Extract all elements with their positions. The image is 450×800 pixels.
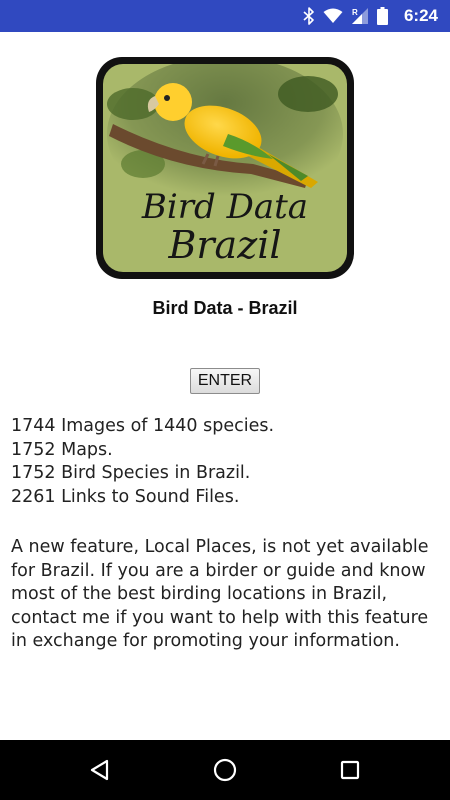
back-button[interactable] — [70, 740, 130, 800]
stat-images: 1744 Images of 1440 species. — [11, 416, 275, 436]
screen: R 6:24 Bird Data Brazil Bird Data - Braz… — [0, 0, 450, 800]
navigation-bar — [0, 740, 450, 800]
recent-apps-icon — [340, 760, 360, 780]
info-paragraph: A new feature, Local Places, is not yet … — [11, 537, 429, 651]
logo-text-line1: Bird Data — [141, 187, 309, 227]
stat-sound-links: 2261 Links to Sound Files. — [11, 486, 240, 507]
battery-icon — [376, 7, 388, 25]
home-button[interactable] — [195, 740, 255, 800]
app-logo: Bird Data Brazil — [96, 57, 354, 279]
clock: 6:24 — [403, 6, 438, 25]
wifi-icon — [323, 8, 343, 24]
stat-species: 1752 Bird Species in Brazil. — [11, 463, 251, 483]
home-icon — [213, 758, 237, 782]
bluetooth-icon — [303, 7, 315, 25]
logo-text-line2: Brazil — [168, 223, 282, 267]
logo-image: Bird Data Brazil — [103, 64, 347, 272]
signal-badge: R — [352, 8, 358, 17]
logo-frame: Bird Data Brazil — [96, 57, 354, 279]
stats-list: 1744 Images of 1440 species. 1752 Maps. … — [11, 415, 441, 509]
enter-button[interactable]: ENTER — [190, 368, 260, 394]
back-icon — [90, 759, 109, 781]
app-title: Bird Data - Brazil — [152, 298, 298, 318]
cell-signal-icon: R — [351, 7, 369, 25]
stat-maps: 1752 Maps. — [11, 439, 113, 460]
status-icons: R 6:24 — [303, 0, 440, 32]
recent-apps-button[interactable] — [320, 740, 380, 800]
status-bar: R 6:24 — [0, 0, 450, 32]
